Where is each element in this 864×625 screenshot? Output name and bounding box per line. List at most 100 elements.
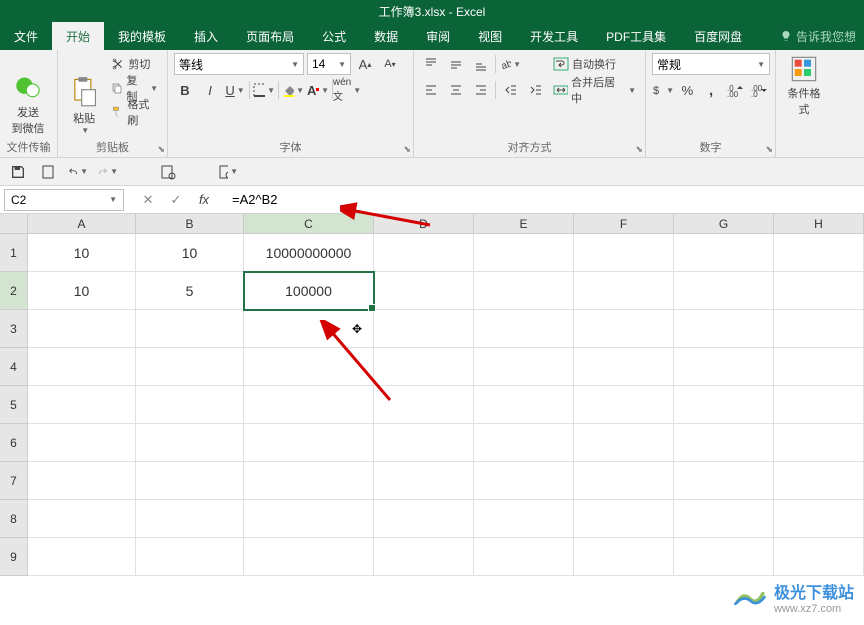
cell-C4[interactable] <box>244 348 374 386</box>
bold-button[interactable]: B <box>174 79 196 101</box>
align-right-button[interactable] <box>470 79 492 101</box>
tab-review[interactable]: 审阅 <box>412 22 464 50</box>
qat-button-2[interactable] <box>38 162 58 182</box>
row-header-3[interactable]: 3 <box>0 310 28 348</box>
font-color-button[interactable]: A▼ <box>307 79 329 101</box>
cell-H2[interactable] <box>774 272 864 310</box>
cell-F6[interactable] <box>574 424 674 462</box>
merge-center-button[interactable]: 合并后居中▼ <box>550 79 639 101</box>
col-header-B[interactable]: B <box>136 214 244 233</box>
cell-B8[interactable] <box>136 500 244 538</box>
underline-button[interactable]: U▼ <box>224 79 246 101</box>
cell-H5[interactable] <box>774 386 864 424</box>
cell-E5[interactable] <box>474 386 574 424</box>
row-header-1[interactable]: 1 <box>0 234 28 272</box>
wrap-text-button[interactable]: 自动换行 <box>550 53 639 75</box>
clipboard-dialog-launcher[interactable]: ⬊ <box>157 144 165 155</box>
tell-me-search[interactable]: 告诉我您想 <box>772 22 864 50</box>
cell-H4[interactable] <box>774 348 864 386</box>
font-size-combo[interactable]: 14▼ <box>307 53 351 75</box>
align-left-button[interactable] <box>420 79 442 101</box>
cell-D1[interactable] <box>374 234 474 272</box>
cell-A3[interactable] <box>28 310 136 348</box>
cell-C8[interactable] <box>244 500 374 538</box>
cell-A9[interactable] <box>28 538 136 576</box>
row-header-2[interactable]: 2 <box>0 272 28 310</box>
cell-G2[interactable] <box>674 272 774 310</box>
cell-E6[interactable] <box>474 424 574 462</box>
row-header-8[interactable]: 8 <box>0 500 28 538</box>
tab-data[interactable]: 数据 <box>360 22 412 50</box>
tab-page-layout[interactable]: 页面布局 <box>232 22 308 50</box>
spreadsheet-grid[interactable]: A B C D E F G H 110101000000000021051000… <box>0 214 864 576</box>
cell-B2[interactable]: 5 <box>136 272 244 310</box>
cell-A7[interactable] <box>28 462 136 500</box>
cell-D3[interactable] <box>374 310 474 348</box>
decrease-indent-button[interactable] <box>499 79 521 101</box>
cell-E1[interactable] <box>474 234 574 272</box>
number-format-combo[interactable]: 常规▼ <box>652 53 770 75</box>
save-button[interactable] <box>8 162 28 182</box>
print-preview-button[interactable]: ▼ <box>218 162 238 182</box>
cell-B7[interactable] <box>136 462 244 500</box>
cell-H8[interactable] <box>774 500 864 538</box>
cell-H1[interactable] <box>774 234 864 272</box>
decrease-decimal-button[interactable]: .00.0 <box>748 79 769 101</box>
cell-F5[interactable] <box>574 386 674 424</box>
align-middle-button[interactable] <box>445 53 467 75</box>
insert-function-button[interactable]: fx <box>194 190 214 210</box>
increase-font-button[interactable]: A▴ <box>354 53 376 75</box>
cell-A4[interactable] <box>28 348 136 386</box>
cell-H3[interactable] <box>774 310 864 348</box>
number-dialog-launcher[interactable]: ⬊ <box>765 144 773 155</box>
cell-D8[interactable] <box>374 500 474 538</box>
cell-C7[interactable] <box>244 462 374 500</box>
tab-developer[interactable]: 开发工具 <box>516 22 592 50</box>
enter-formula-button[interactable]: ✓ <box>166 190 186 210</box>
cell-F2[interactable] <box>574 272 674 310</box>
increase-decimal-button[interactable]: .0.00 <box>725 79 746 101</box>
col-header-A[interactable]: A <box>28 214 136 233</box>
row-header-6[interactable]: 6 <box>0 424 28 462</box>
cell-E3[interactable] <box>474 310 574 348</box>
qat-button-5[interactable] <box>158 162 178 182</box>
cell-B4[interactable] <box>136 348 244 386</box>
tab-formulas[interactable]: 公式 <box>308 22 360 50</box>
cell-D5[interactable] <box>374 386 474 424</box>
format-painter-button[interactable]: 格式刷 <box>108 101 161 123</box>
cell-C9[interactable] <box>244 538 374 576</box>
cell-D4[interactable] <box>374 348 474 386</box>
cell-F7[interactable] <box>574 462 674 500</box>
comma-button[interactable]: , <box>701 79 722 101</box>
cell-D2[interactable] <box>374 272 474 310</box>
cell-G9[interactable] <box>674 538 774 576</box>
phonetic-button[interactable]: wén文▼ <box>336 79 358 101</box>
alignment-dialog-launcher[interactable]: ⬊ <box>635 144 643 155</box>
select-all-corner[interactable] <box>0 214 28 233</box>
formula-input[interactable]: =A2^B2 <box>224 189 864 211</box>
cell-A1[interactable]: 10 <box>28 234 136 272</box>
cell-B5[interactable] <box>136 386 244 424</box>
align-bottom-button[interactable] <box>470 53 492 75</box>
cell-B6[interactable] <box>136 424 244 462</box>
col-header-G[interactable]: G <box>674 214 774 233</box>
cell-B9[interactable] <box>136 538 244 576</box>
font-dialog-launcher[interactable]: ⬊ <box>403 144 411 155</box>
cell-E2[interactable] <box>474 272 574 310</box>
cell-E8[interactable] <box>474 500 574 538</box>
cell-B3[interactable] <box>136 310 244 348</box>
cell-G3[interactable] <box>674 310 774 348</box>
cancel-formula-button[interactable]: ✕ <box>138 190 158 210</box>
cell-G7[interactable] <box>674 462 774 500</box>
tab-view[interactable]: 视图 <box>464 22 516 50</box>
col-header-D[interactable]: D <box>374 214 474 233</box>
cell-H9[interactable] <box>774 538 864 576</box>
italic-button[interactable]: I <box>199 79 221 101</box>
tab-pdf-tools[interactable]: PDF工具集 <box>592 22 680 50</box>
col-header-H[interactable]: H <box>774 214 864 233</box>
row-header-7[interactable]: 7 <box>0 462 28 500</box>
redo-button[interactable]: ▼ <box>98 162 118 182</box>
cell-H6[interactable] <box>774 424 864 462</box>
tab-my-templates[interactable]: 我的模板 <box>104 22 180 50</box>
cell-G5[interactable] <box>674 386 774 424</box>
